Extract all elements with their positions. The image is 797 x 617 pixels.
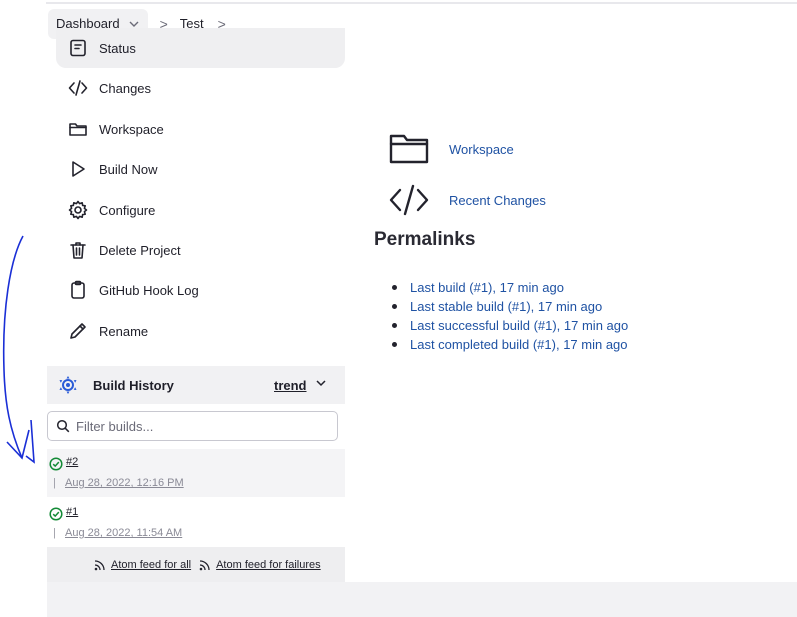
atom-feed-all-link[interactable]: Atom feed for all [94, 559, 191, 571]
rss-icon [94, 559, 105, 570]
folder-icon [389, 134, 429, 164]
permalink-last-successful-build[interactable]: Last successful build (#1), 17 min ago [410, 318, 628, 333]
permalink-item: Last successful build (#1), 17 min ago [392, 316, 628, 335]
permalink-item: Last build (#1), 17 min ago [392, 278, 628, 297]
permalink-last-build[interactable]: Last build (#1), 17 min ago [410, 280, 564, 295]
atom-feed-failures-link[interactable]: Atom feed for failures [199, 559, 321, 571]
side-task-label: Configure [99, 202, 156, 218]
code-icon [389, 184, 429, 216]
permalink-last-completed-build[interactable]: Last completed build (#1), 17 min ago [410, 337, 628, 352]
clipboard-icon [67, 279, 89, 301]
page-footer [47, 582, 797, 617]
annotation-arrow [2, 235, 35, 464]
side-task-changes[interactable]: Changes [56, 68, 345, 108]
filter-builds-input[interactable] [76, 418, 326, 434]
side-task-delete-project[interactable]: Delete Project [56, 230, 345, 270]
permalink-last-stable-build[interactable]: Last stable build (#1), 17 min ago [410, 299, 602, 314]
feed-links: Atom feed for all Atom feed for failures [47, 547, 345, 582]
side-task-label: Delete Project [99, 242, 181, 258]
build-number-link[interactable]: #1 [66, 506, 78, 518]
build-number-link[interactable]: #2 [66, 456, 78, 468]
atom-feed-all-label[interactable]: Atom feed for all [111, 559, 191, 571]
filter-builds-field[interactable] [47, 411, 338, 441]
atom-feed-failures-label[interactable]: Atom feed for failures [216, 559, 321, 571]
build-date-link[interactable]: Aug 28, 2022, 12:16 PM [65, 477, 184, 489]
status-icon [67, 37, 89, 59]
build-divider: | [53, 477, 56, 489]
build-row[interactable]: #2 | Aug 28, 2022, 12:16 PM [47, 449, 345, 497]
pencil-icon [67, 320, 89, 342]
side-task-configure[interactable]: Configure [56, 190, 345, 230]
side-task-label: GitHub Hook Log [99, 282, 199, 298]
side-task-label: Rename [99, 323, 149, 339]
build-row[interactable]: #1 | Aug 28, 2022, 11:54 AM [47, 499, 345, 547]
permalink-item: Last completed build (#1), 17 min ago [392, 335, 628, 354]
side-task-label: Changes [99, 80, 152, 96]
play-icon [67, 158, 89, 180]
trash-icon [67, 239, 89, 261]
search-icon [56, 419, 70, 433]
code-icon [67, 77, 89, 99]
chevron-down-icon[interactable] [315, 377, 327, 389]
recent-changes-link-row[interactable]: Recent Changes [388, 179, 546, 221]
side-task-rename[interactable]: Rename [56, 311, 345, 351]
workspace-link-row[interactable]: Workspace [388, 128, 514, 170]
workspace-link[interactable]: Workspace [449, 142, 514, 157]
permalink-item: Last stable build (#1), 17 min ago [392, 297, 628, 316]
side-task-label: Build Now [99, 161, 158, 177]
permalinks-list: Last build (#1), 17 min ago Last stable … [392, 278, 628, 354]
success-icon [49, 507, 63, 521]
build-history-icon [59, 376, 77, 394]
recent-changes-link[interactable]: Recent Changes [449, 193, 546, 208]
build-history-title: Build History [93, 377, 174, 393]
build-history-header: Build History trend [47, 366, 345, 404]
folder-icon [67, 118, 89, 140]
side-task-status[interactable]: Status [56, 28, 345, 68]
side-task-github-hook-log[interactable]: GitHub Hook Log [56, 270, 345, 310]
gear-icon [67, 199, 89, 221]
build-divider: | [53, 527, 56, 539]
permalinks-heading: Permalinks [374, 229, 476, 250]
build-date-link[interactable]: Aug 28, 2022, 11:54 AM [65, 527, 182, 539]
trend-link[interactable]: trend [274, 378, 307, 393]
side-task-build-now[interactable]: Build Now [56, 149, 345, 189]
rss-icon [199, 559, 210, 570]
side-task-label: Workspace [99, 121, 164, 137]
side-task-label: Status [99, 40, 136, 56]
success-icon [49, 457, 63, 471]
side-task-workspace[interactable]: Workspace [56, 109, 345, 149]
